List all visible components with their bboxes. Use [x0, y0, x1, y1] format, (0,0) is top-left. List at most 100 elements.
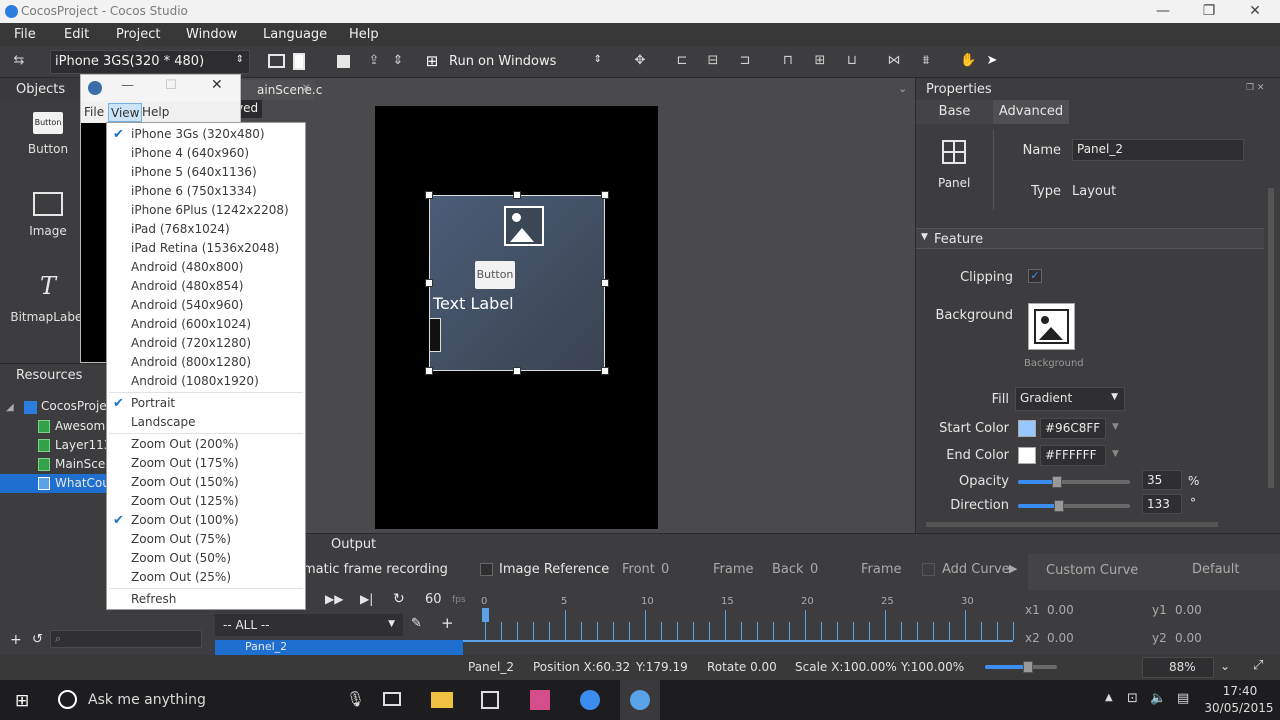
view-menu-item[interactable]: iPhone 6 (750x1334) — [107, 182, 305, 201]
view-menu-item[interactable]: Android (480x800) — [107, 258, 305, 277]
direction-input[interactable]: 133 — [1142, 494, 1182, 514]
tab-advanced[interactable]: Advanced — [993, 100, 1069, 124]
preview-menu-file[interactable]: File — [84, 105, 104, 119]
direction-slider[interactable] — [1018, 504, 1130, 508]
last-frame-icon[interactable]: ▶| — [360, 592, 373, 606]
properties-scrollbar[interactable] — [1268, 188, 1274, 488]
cocos-studio-taskbar-item[interactable] — [620, 680, 660, 720]
align-right-icon[interactable]: ⊐ — [737, 53, 753, 69]
task-view-icon[interactable] — [383, 692, 401, 706]
resize-handle[interactable] — [513, 367, 521, 375]
align-left-icon[interactable]: ⊏ — [674, 53, 690, 69]
image-widget[interactable] — [504, 206, 544, 246]
clock-time[interactable]: 17:40 — [1215, 684, 1265, 698]
playhead[interactable] — [482, 608, 489, 622]
chevron-down-icon[interactable]: ⌄ — [1220, 659, 1230, 673]
view-menu-item[interactable]: Landscape — [107, 413, 305, 432]
view-menu-item[interactable]: Android (800x1280) — [107, 353, 305, 372]
edit-icon[interactable]: ✎ — [411, 616, 422, 631]
align-center-icon[interactable]: ⊟ — [705, 53, 721, 69]
volume-icon[interactable]: 🔈 — [1150, 691, 1166, 706]
align-top-icon[interactable]: ⊓ — [780, 53, 796, 69]
image-reference-checkbox[interactable] — [480, 563, 493, 576]
resize-handle[interactable] — [513, 191, 521, 199]
tab-base[interactable]: Base — [916, 100, 993, 124]
properties-hscrollbar[interactable] — [926, 522, 1218, 527]
minimize-button[interactable]: — — [1141, 0, 1185, 23]
view-menu-item[interactable]: Android (720x1280) — [107, 334, 305, 353]
view-menu-item[interactable]: Zoom Out (50%) — [107, 549, 305, 568]
next-frame-icon[interactable]: ▶▶ — [325, 592, 343, 606]
store-icon[interactable] — [481, 691, 499, 709]
network-icon[interactable]: ⊡ — [1127, 691, 1138, 706]
preview-menu-view[interactable]: View — [108, 103, 143, 122]
view-menu-item[interactable]: iPad (768x1024) — [107, 220, 305, 239]
tab-close-icon[interactable]: ✕ — [302, 83, 310, 94]
resize-handle[interactable] — [425, 367, 433, 375]
cocos-launcher-icon[interactable] — [580, 690, 600, 710]
device-select[interactable]: iPhone 3GS(320 * 480) ⇕ — [50, 50, 250, 74]
custom-curve-label[interactable]: Custom Curve — [1046, 563, 1138, 578]
clipping-checkbox[interactable]: ✓ — [1028, 269, 1042, 283]
start-color-input[interactable]: #96C8FF — [1040, 418, 1106, 439]
button-widget[interactable]: Button — [475, 261, 515, 289]
background-image-slot[interactable] — [1028, 303, 1075, 350]
view-menu-item[interactable]: iPhone 6Plus (1242x2208) — [107, 201, 305, 220]
x1-value[interactable]: 0.00 — [1047, 603, 1074, 617]
partial-widget[interactable] — [429, 318, 441, 352]
resize-handle[interactable] — [425, 191, 433, 199]
align-bottom-icon[interactable]: ⊔ — [844, 53, 860, 69]
resource-root[interactable]: CocosProje — [41, 399, 107, 413]
opacity-input[interactable]: 35 — [1142, 470, 1182, 490]
resize-handle[interactable] — [601, 279, 609, 287]
dropdown-arrow-icon[interactable]: ▼ — [1112, 449, 1119, 459]
landscape-icon[interactable] — [268, 54, 285, 68]
file-explorer-icon[interactable] — [431, 692, 453, 708]
view-menu-item[interactable]: Zoom Out (25%) — [107, 568, 305, 587]
view-menu-item[interactable]: ✔ Zoom Out (100%) — [107, 511, 305, 530]
x2-value[interactable]: 0.00 — [1047, 631, 1074, 645]
resource-search-input[interactable]: ⌕ — [50, 630, 202, 648]
menu-edit[interactable]: Edit — [64, 27, 89, 42]
back-value[interactable]: 0 — [810, 562, 818, 577]
align-middle-icon[interactable]: ⊞ — [812, 53, 828, 69]
maximize-button[interactable]: ❐ — [1187, 0, 1231, 23]
zoom-slider-knob[interactable] — [1023, 661, 1034, 673]
timeline-filter-select[interactable]: -- ALL -- ▼ — [215, 614, 403, 636]
notifications-icon[interactable]: ▤ — [1177, 691, 1189, 706]
app-grid-icon[interactable] — [530, 690, 550, 710]
tree-expand-icon[interactable]: ◢ — [6, 402, 14, 413]
opacity-slider-knob[interactable] — [1052, 476, 1063, 488]
tab-mainscene[interactable]: ainScene.c ✕ — [241, 80, 322, 100]
microphone-icon[interactable]: 🎙 — [346, 690, 365, 708]
resize-handle[interactable] — [601, 367, 609, 375]
portrait-icon[interactable] — [293, 53, 305, 70]
spinner-icon[interactable]: ⇕ — [390, 53, 406, 69]
y2-value[interactable]: 0.00 — [1175, 631, 1202, 645]
hand-icon[interactable]: ✋ — [960, 53, 976, 69]
feature-section-header[interactable]: ▼ Feature — [916, 228, 1264, 249]
view-menu-item[interactable]: iPhone 4 (640x960) — [107, 144, 305, 163]
y1-value[interactable]: 0.00 — [1175, 603, 1202, 617]
menu-window[interactable]: Window — [186, 27, 237, 42]
view-menu-item[interactable]: Zoom Out (175%) — [107, 454, 305, 473]
distribute-vertical-icon[interactable]: ⩩ — [918, 53, 934, 69]
view-menu-item[interactable]: Zoom Out (200%) — [107, 435, 305, 454]
preview-close-button[interactable]: ✕ — [211, 77, 223, 93]
clock-date[interactable]: 30/05/2015 — [1200, 701, 1278, 715]
fps-value[interactable]: 60 — [425, 592, 442, 607]
preview-maximize-button[interactable]: ☐ — [165, 78, 177, 93]
direction-slider-knob[interactable] — [1054, 500, 1065, 512]
chevron-down-icon[interactable]: ⌄ — [898, 82, 907, 95]
start-color-swatch[interactable] — [1018, 420, 1036, 437]
move-icon[interactable]: ✥ — [632, 53, 648, 69]
view-menu-item[interactable]: ✔ Portrait — [107, 394, 305, 413]
panel-2-widget[interactable]: Button Text Label — [429, 195, 605, 371]
publish-icon[interactable]: ⇪ — [366, 53, 382, 69]
view-menu-item[interactable]: Zoom Out (75%) — [107, 530, 305, 549]
view-menu-item[interactable]: Android (600x1024) — [107, 315, 305, 334]
view-menu-item[interactable]: iPhone 5 (640x1136) — [107, 163, 305, 182]
name-input[interactable]: Panel_2 — [1072, 139, 1244, 161]
menu-language[interactable]: Language — [263, 27, 327, 42]
end-color-swatch[interactable] — [1018, 447, 1036, 464]
